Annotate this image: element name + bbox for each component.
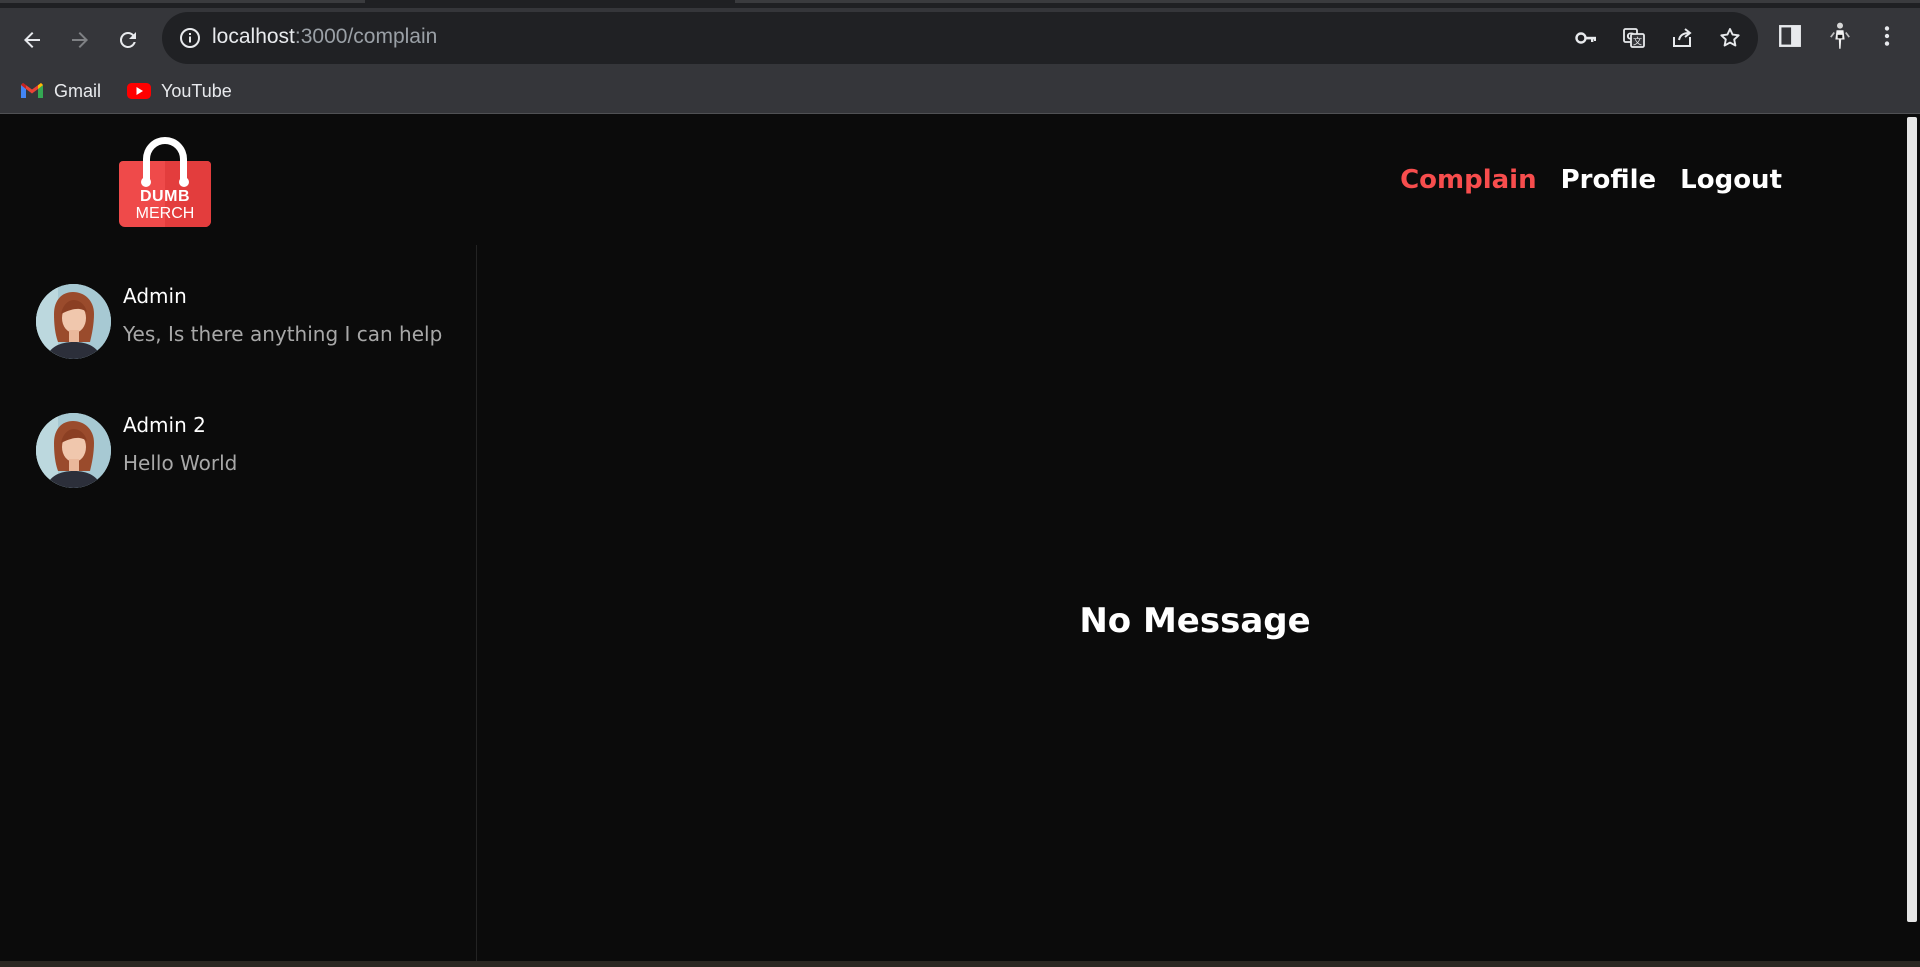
avatar-photo-icon bbox=[36, 413, 111, 488]
page: DUMB MERCH Complain Profile Logout Admin… bbox=[0, 115, 1904, 961]
bookmark-label: Gmail bbox=[54, 80, 102, 101]
extension-figure-icon[interactable] bbox=[1826, 21, 1854, 51]
logo-rivet bbox=[179, 177, 189, 187]
arrow-left-icon bbox=[24, 32, 40, 48]
browser-toolbar: localhost:3000/complain G文 bbox=[0, 8, 1920, 68]
bookmark-star-icon[interactable] bbox=[1718, 26, 1742, 50]
bookmark-gmail[interactable]: Gmail bbox=[20, 77, 101, 105]
bookmark-youtube[interactable]: YouTube bbox=[127, 77, 232, 105]
page-scrollbar[interactable] bbox=[1904, 115, 1920, 961]
nav-logout[interactable]: Logout bbox=[1680, 165, 1782, 195]
main-nav: Complain Profile Logout bbox=[1400, 165, 1782, 195]
url-host: localhost bbox=[212, 25, 295, 48]
tab-edge bbox=[0, 0, 365, 3]
nav-profile[interactable]: Profile bbox=[1561, 165, 1657, 195]
logo-handle bbox=[143, 137, 187, 183]
contact-name: Admin bbox=[123, 284, 187, 308]
arrow-right-icon bbox=[72, 32, 88, 48]
contact-last-message: Yes, Is there anything I can help bbox=[123, 322, 443, 346]
logo-text-line1: DUMB bbox=[140, 188, 190, 205]
back-button[interactable] bbox=[14, 22, 50, 58]
gmail-icon bbox=[21, 83, 43, 98]
info-icon[interactable] bbox=[178, 26, 202, 50]
contact-item-admin[interactable]: Admin Yes, Is there anything I can help bbox=[36, 284, 456, 364]
contact-last-message: Hello World bbox=[123, 451, 238, 475]
url-path: :3000/complain bbox=[294, 25, 438, 48]
reload-icon bbox=[119, 31, 136, 48]
url-text: localhost:3000/complain bbox=[212, 25, 437, 49]
avatar-photo-icon bbox=[36, 284, 111, 359]
browser-tabstrip bbox=[0, 0, 1920, 8]
bookmarks-bar: Gmail YouTube bbox=[0, 68, 1920, 114]
dumbmerch-logo[interactable]: DUMB MERCH bbox=[119, 137, 211, 229]
bookmark-label: YouTube bbox=[161, 80, 232, 101]
window-bottom-edge bbox=[0, 961, 1920, 967]
avatar bbox=[36, 413, 111, 488]
logo-text-line2: MERCH bbox=[135, 205, 195, 222]
logo-rivet bbox=[141, 177, 151, 187]
kebab-menu-icon[interactable] bbox=[1874, 23, 1900, 49]
key-icon[interactable] bbox=[1574, 26, 1598, 50]
address-bar[interactable]: localhost:3000/complain G文 bbox=[162, 12, 1758, 64]
avatar bbox=[36, 284, 111, 359]
contact-name: Admin 2 bbox=[123, 413, 206, 437]
side-panel-icon[interactable] bbox=[1777, 23, 1803, 49]
chat-empty-state: No Message bbox=[1079, 601, 1311, 641]
forward-button[interactable] bbox=[62, 22, 98, 58]
scrollbar-thumb[interactable] bbox=[1907, 117, 1917, 922]
svg-text:文: 文 bbox=[1633, 36, 1642, 48]
nav-complain[interactable]: Complain bbox=[1400, 165, 1537, 195]
reload-button[interactable] bbox=[110, 22, 146, 58]
tab-edge bbox=[735, 0, 1920, 3]
youtube-icon bbox=[127, 83, 151, 99]
share-icon[interactable] bbox=[1670, 26, 1694, 50]
contact-item-admin-2[interactable]: Admin 2 Hello World bbox=[36, 413, 456, 493]
translate-icon[interactable]: G文 bbox=[1622, 26, 1646, 50]
